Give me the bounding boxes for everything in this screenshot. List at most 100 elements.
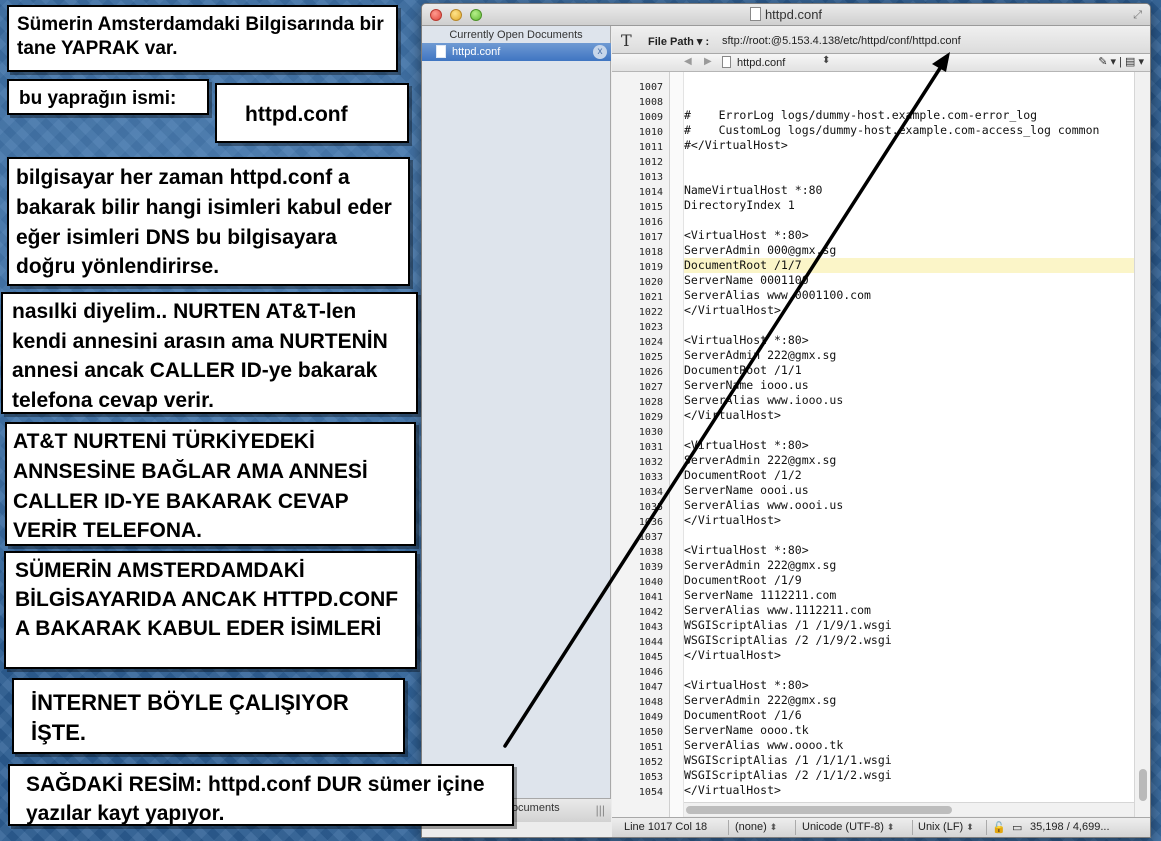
nav-stepper-icon[interactable]: ⬍: [822, 55, 830, 66]
code-line[interactable]: [684, 423, 1134, 438]
forward-arrow-icon[interactable]: ▶: [704, 56, 712, 67]
line-number: 1013: [638, 172, 663, 183]
code-line[interactable]: # ErrorLog logs/dummy-host.example.com-e…: [684, 108, 1134, 123]
code-line[interactable]: ServerName oooo.tk: [684, 723, 1134, 738]
annotation-box-3: httpd.conf: [215, 83, 409, 143]
document-icon: [436, 45, 446, 58]
code-line[interactable]: ServerAdmin 000@gmx.sg: [684, 243, 1134, 258]
code-line[interactable]: ServerAdmin 222@gmx.sg: [684, 348, 1134, 363]
line-number: 1015: [638, 202, 663, 213]
line-number: 1009: [638, 112, 663, 123]
line-number: 1028: [638, 397, 663, 408]
code-line[interactable]: ServerAdmin 222@gmx.sg: [684, 693, 1134, 708]
document-info-icon[interactable]: ▭: [1012, 821, 1022, 834]
code-line[interactable]: ServerName iooo.us: [684, 378, 1134, 393]
stepper-icon: ⬍: [769, 822, 778, 832]
code-line[interactable]: </VirtualHost>: [684, 408, 1134, 423]
line-number: 1026: [638, 367, 663, 378]
code-line[interactable]: <VirtualHost *:80>: [684, 543, 1134, 558]
line-number: 1022: [638, 307, 663, 318]
annotation-box-4: bilgisayar her zaman httpd.conf a bakara…: [7, 157, 410, 286]
code-line[interactable]: </VirtualHost>: [684, 513, 1134, 528]
line-endings-popup[interactable]: Unix (LF) ⬍: [918, 821, 974, 833]
sidebar-header: Currently Open Documents: [449, 29, 583, 41]
code-line[interactable]: ServerAlias www.iooo.us: [684, 393, 1134, 408]
code-line[interactable]: <VirtualHost *:80>: [684, 438, 1134, 453]
nav-file-popup[interactable]: httpd.conf: [722, 56, 785, 69]
line-number: 1018: [638, 247, 663, 258]
close-document-icon[interactable]: x: [593, 45, 607, 59]
code-line[interactable]: ServerName 0001100: [684, 273, 1134, 288]
code-line[interactable]: DocumentRoot /1/7: [684, 258, 1134, 273]
vertical-scroll-thumb[interactable]: [1139, 769, 1147, 801]
code-line[interactable]: WSGIScriptAlias /2 /1/1/2.wsgi: [684, 768, 1134, 783]
text-options-icon[interactable]: T: [621, 31, 632, 50]
line-number: 1017: [638, 232, 663, 243]
code-line[interactable]: NameVirtualHost *:80: [684, 183, 1134, 198]
line-number: 1027: [638, 382, 663, 393]
horizontal-scroll-thumb[interactable]: [686, 806, 952, 814]
code-line[interactable]: WSGIScriptAlias /1 /1/1/1.wsgi: [684, 753, 1134, 768]
annotation-box-8: İNTERNET BÖYLE ÇALIŞIYOR İŞTE.: [12, 678, 405, 754]
code-line[interactable]: WSGIScriptAlias /2 /1/9/2.wsgi: [684, 633, 1134, 648]
code-line[interactable]: # CustomLog logs/dummy-host.example.com-…: [684, 123, 1134, 138]
encoding-popup[interactable]: Unicode (UTF-8) ⬍: [802, 821, 894, 833]
code-line[interactable]: DocumentRoot /1/1: [684, 363, 1134, 378]
fullscreen-icon[interactable]: ⤢: [1133, 9, 1142, 22]
code-line[interactable]: DocumentRoot /1/9: [684, 573, 1134, 588]
window-title-wrap: httpd.conf: [422, 7, 1150, 22]
code-line[interactable]: [684, 168, 1134, 183]
document-icon: [749, 7, 761, 21]
code-line[interactable]: [684, 153, 1134, 168]
code-line[interactable]: </VirtualHost>: [684, 648, 1134, 663]
horizontal-scrollbar[interactable]: [684, 802, 1134, 816]
code-line[interactable]: ServerAdmin 222@gmx.sg: [684, 453, 1134, 468]
code-line[interactable]: #</VirtualHost>: [684, 138, 1134, 153]
code-line[interactable]: DocumentRoot /1/6: [684, 708, 1134, 723]
line-endings-label: Unix (LF): [918, 821, 964, 833]
line-number: 1051: [638, 742, 663, 753]
syntax-mode-popup[interactable]: (none) ⬍: [735, 821, 777, 833]
code-line[interactable]: <VirtualHost *:80>: [684, 228, 1134, 243]
code-line[interactable]: <VirtualHost *:80>: [684, 678, 1134, 693]
code-line[interactable]: [684, 318, 1134, 333]
code-line[interactable]: <VirtualHost *:80>: [684, 333, 1134, 348]
code-line[interactable]: ServerName oooi.us: [684, 483, 1134, 498]
code-line[interactable]: ServerAlias www.1112211.com: [684, 603, 1134, 618]
code-line[interactable]: WSGIScriptAlias /1 /1/9/1.wsgi: [684, 618, 1134, 633]
code-editor[interactable]: # ErrorLog logs/dummy-host.example.com-e…: [684, 72, 1134, 802]
code-line[interactable]: ServerAlias www.oooo.tk: [684, 738, 1134, 753]
code-line[interactable]: DocumentRoot /1/2: [684, 468, 1134, 483]
line-number: 1019: [638, 262, 663, 273]
annotation-box-1: Sümerin Amsterdamdaki Bilgisarında bir t…: [7, 5, 398, 72]
back-arrow-icon[interactable]: ◀: [684, 56, 692, 67]
cursor-position[interactable]: Line 1017 Col 18: [624, 821, 707, 833]
title-bar[interactable]: httpd.conf ⤢: [422, 4, 1150, 26]
code-line[interactable]: [684, 528, 1134, 543]
code-line[interactable]: </VirtualHost>: [684, 303, 1134, 318]
line-number: 1053: [638, 772, 663, 783]
code-line[interactable]: DirectoryIndex 1: [684, 198, 1134, 213]
code-line[interactable]: ServerAlias www.0001100.com: [684, 288, 1134, 303]
fold-column: [670, 72, 684, 822]
code-line[interactable]: [684, 663, 1134, 678]
sidebar-item-httpd-conf[interactable]: httpd.conf x: [422, 43, 611, 61]
code-line[interactable]: </VirtualHost>: [684, 783, 1134, 798]
line-number: 1044: [638, 637, 663, 648]
annotation-box-5: nasılki diyelim.. NURTEN AT&T-len kendi …: [1, 292, 418, 414]
code-line[interactable]: ServerName 1112211.com: [684, 588, 1134, 603]
nav-right-controls[interactable]: ✎ ▾ | ▤ ▾: [1098, 55, 1144, 68]
vertical-scrollbar[interactable]: [1134, 72, 1150, 822]
code-line[interactable]: ServerAlias www.oooi.us: [684, 498, 1134, 513]
lock-icon[interactable]: 🔓: [992, 821, 1006, 834]
resize-grip-icon[interactable]: |||: [596, 803, 605, 817]
line-number: 1008: [638, 97, 663, 108]
annotation-box-7: SÜMERİN AMSTERDAMDAKİ BİLGİSAYARIDA ANCA…: [4, 551, 417, 669]
code-line[interactable]: ServerAdmin 222@gmx.sg: [684, 558, 1134, 573]
code-line[interactable]: [684, 213, 1134, 228]
line-number: 1021: [638, 292, 663, 303]
line-number: 1050: [638, 727, 663, 738]
file-path-label[interactable]: File Path ▾ :: [648, 35, 709, 48]
navigation-bar: ◀ ▶ httpd.conf ⬍ ✎ ▾ | ▤ ▾: [612, 54, 1150, 72]
line-number: 1025: [638, 352, 663, 363]
